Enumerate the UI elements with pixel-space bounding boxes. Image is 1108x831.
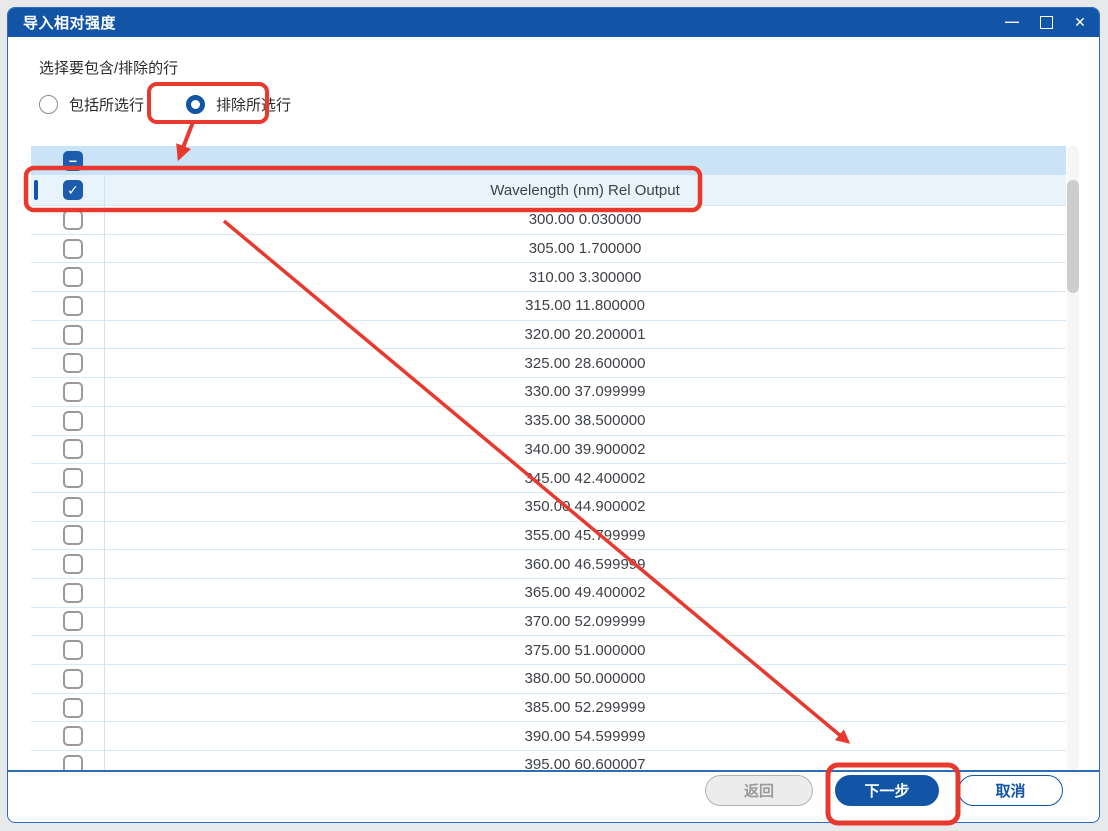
row-value: 355.00 45.799999 (31, 527, 1066, 544)
row-value: 385.00 52.299999 (31, 699, 1066, 716)
dialog-title: 导入相对强度 (8, 12, 116, 33)
radio-include-rows[interactable]: 包括所选行 (39, 94, 144, 115)
row-checkbox[interactable] (63, 640, 83, 660)
table-scrollbar[interactable] (1067, 146, 1079, 770)
radio-exclude-rows[interactable]: 排除所选行 (186, 94, 291, 115)
header-row-checkbox[interactable]: ✓ (63, 180, 83, 200)
row-value: 345.00 42.400002 (31, 470, 1066, 487)
close-button[interactable]: ✕ (1063, 8, 1097, 37)
row-value: 340.00 39.900002 (31, 441, 1066, 458)
selection-section-label: 选择要包含/排除的行 (39, 57, 178, 78)
table-row[interactable]: 310.00 3.300000 (31, 263, 1066, 292)
table-row[interactable]: 370.00 52.099999 (31, 608, 1066, 637)
scrollbar-thumb[interactable] (1067, 180, 1079, 293)
radio-unselected-icon (39, 95, 58, 114)
row-value: 330.00 37.099999 (31, 383, 1066, 400)
maximize-icon (1040, 16, 1053, 29)
row-value: 320.00 20.200001 (31, 326, 1066, 343)
minimize-button[interactable]: — (995, 8, 1029, 37)
row-value: 375.00 51.000000 (31, 642, 1066, 659)
table-row[interactable]: 385.00 52.299999 (31, 694, 1066, 723)
row-checkbox[interactable] (63, 525, 83, 545)
row-value: 325.00 28.600000 (31, 355, 1066, 372)
table-row[interactable]: 360.00 46.599999 (31, 550, 1066, 579)
row-value: 315.00 11.800000 (31, 297, 1066, 314)
row-value: 370.00 52.099999 (31, 613, 1066, 630)
row-checkbox[interactable] (63, 468, 83, 488)
row-checkbox[interactable] (63, 726, 83, 746)
radio-exclude-label: 排除所选行 (216, 94, 291, 115)
maximize-button[interactable] (1029, 8, 1063, 37)
row-value: 335.00 38.500000 (31, 412, 1066, 429)
table-row[interactable]: 355.00 45.799999 (31, 522, 1066, 551)
table-select-all-row: − (31, 146, 1066, 175)
table-row[interactable]: 330.00 37.099999 (31, 378, 1066, 407)
row-checkbox[interactable] (63, 554, 83, 574)
back-button[interactable]: 返回 (705, 775, 813, 806)
table-row[interactable]: 320.00 20.200001 (31, 321, 1066, 350)
row-value: 350.00 44.900002 (31, 498, 1066, 515)
header-row-label: Wavelength (nm) Rel Output (31, 182, 1066, 199)
row-checkbox[interactable] (63, 755, 83, 771)
table-row[interactable]: 325.00 28.600000 (31, 349, 1066, 378)
row-checkbox[interactable] (63, 267, 83, 287)
table-row[interactable]: 365.00 49.400002 (31, 579, 1066, 608)
table-row[interactable]: 340.00 39.900002 (31, 436, 1066, 465)
title-bar: 导入相对强度 — ✕ (8, 8, 1099, 37)
next-button[interactable]: 下一步 (835, 775, 939, 806)
row-value: 380.00 50.000000 (31, 670, 1066, 687)
row-value: 365.00 49.400002 (31, 584, 1066, 601)
import-dialog: 导入相对强度 — ✕ 选择要包含/排除的行 包括所选行 排除所选行 − ✓ Wa… (7, 7, 1100, 823)
row-checkbox[interactable] (63, 239, 83, 259)
footer-divider (8, 770, 1099, 772)
radio-include-label: 包括所选行 (69, 94, 144, 115)
row-checkbox[interactable] (63, 583, 83, 603)
row-checkbox[interactable] (63, 210, 83, 230)
table-row[interactable]: 345.00 42.400002 (31, 464, 1066, 493)
row-checkbox[interactable] (63, 698, 83, 718)
cancel-button[interactable]: 取消 (958, 775, 1063, 806)
row-checkbox[interactable] (63, 353, 83, 373)
table-row[interactable]: 300.00 0.030000 (31, 206, 1066, 235)
row-value: 390.00 54.599999 (31, 728, 1066, 745)
table-row[interactable]: 395.00 60.600007 (31, 751, 1066, 771)
row-checkbox[interactable] (63, 439, 83, 459)
row-value: 395.00 60.600007 (31, 756, 1066, 771)
row-value: 300.00 0.030000 (31, 211, 1066, 228)
rows-table: − ✓ Wavelength (nm) Rel Output 300.00 0.… (31, 146, 1066, 771)
table-body: 300.00 0.030000 305.00 1.700000 310.00 3.3… (31, 206, 1066, 771)
row-checkbox[interactable] (63, 411, 83, 431)
minimize-icon: — (1005, 13, 1019, 29)
select-all-checkbox[interactable]: − (63, 151, 83, 171)
radio-group: 包括所选行 排除所选行 (39, 94, 333, 115)
row-checkbox[interactable] (63, 611, 83, 631)
table-row[interactable]: 335.00 38.500000 (31, 407, 1066, 436)
table-row[interactable]: 315.00 11.800000 (31, 292, 1066, 321)
window-controls: — ✕ (995, 8, 1097, 37)
column-divider (104, 146, 105, 771)
radio-selected-icon (186, 95, 205, 114)
table-row[interactable]: 375.00 51.000000 (31, 636, 1066, 665)
row-selection-indicator (34, 180, 38, 200)
row-checkbox[interactable] (63, 296, 83, 316)
close-icon: ✕ (1074, 14, 1086, 31)
table-row[interactable]: 350.00 44.900002 (31, 493, 1066, 522)
table-row[interactable]: 380.00 50.000000 (31, 665, 1066, 694)
table-row[interactable]: 305.00 1.700000 (31, 235, 1066, 264)
row-checkbox[interactable] (63, 669, 83, 689)
row-checkbox[interactable] (63, 325, 83, 345)
row-value: 305.00 1.700000 (31, 240, 1066, 257)
table-row[interactable]: 390.00 54.599999 (31, 722, 1066, 751)
table-header-row[interactable]: ✓ Wavelength (nm) Rel Output (31, 175, 1066, 206)
row-value: 360.00 46.599999 (31, 556, 1066, 573)
row-checkbox[interactable] (63, 497, 83, 517)
row-checkbox[interactable] (63, 382, 83, 402)
row-value: 310.00 3.300000 (31, 269, 1066, 286)
